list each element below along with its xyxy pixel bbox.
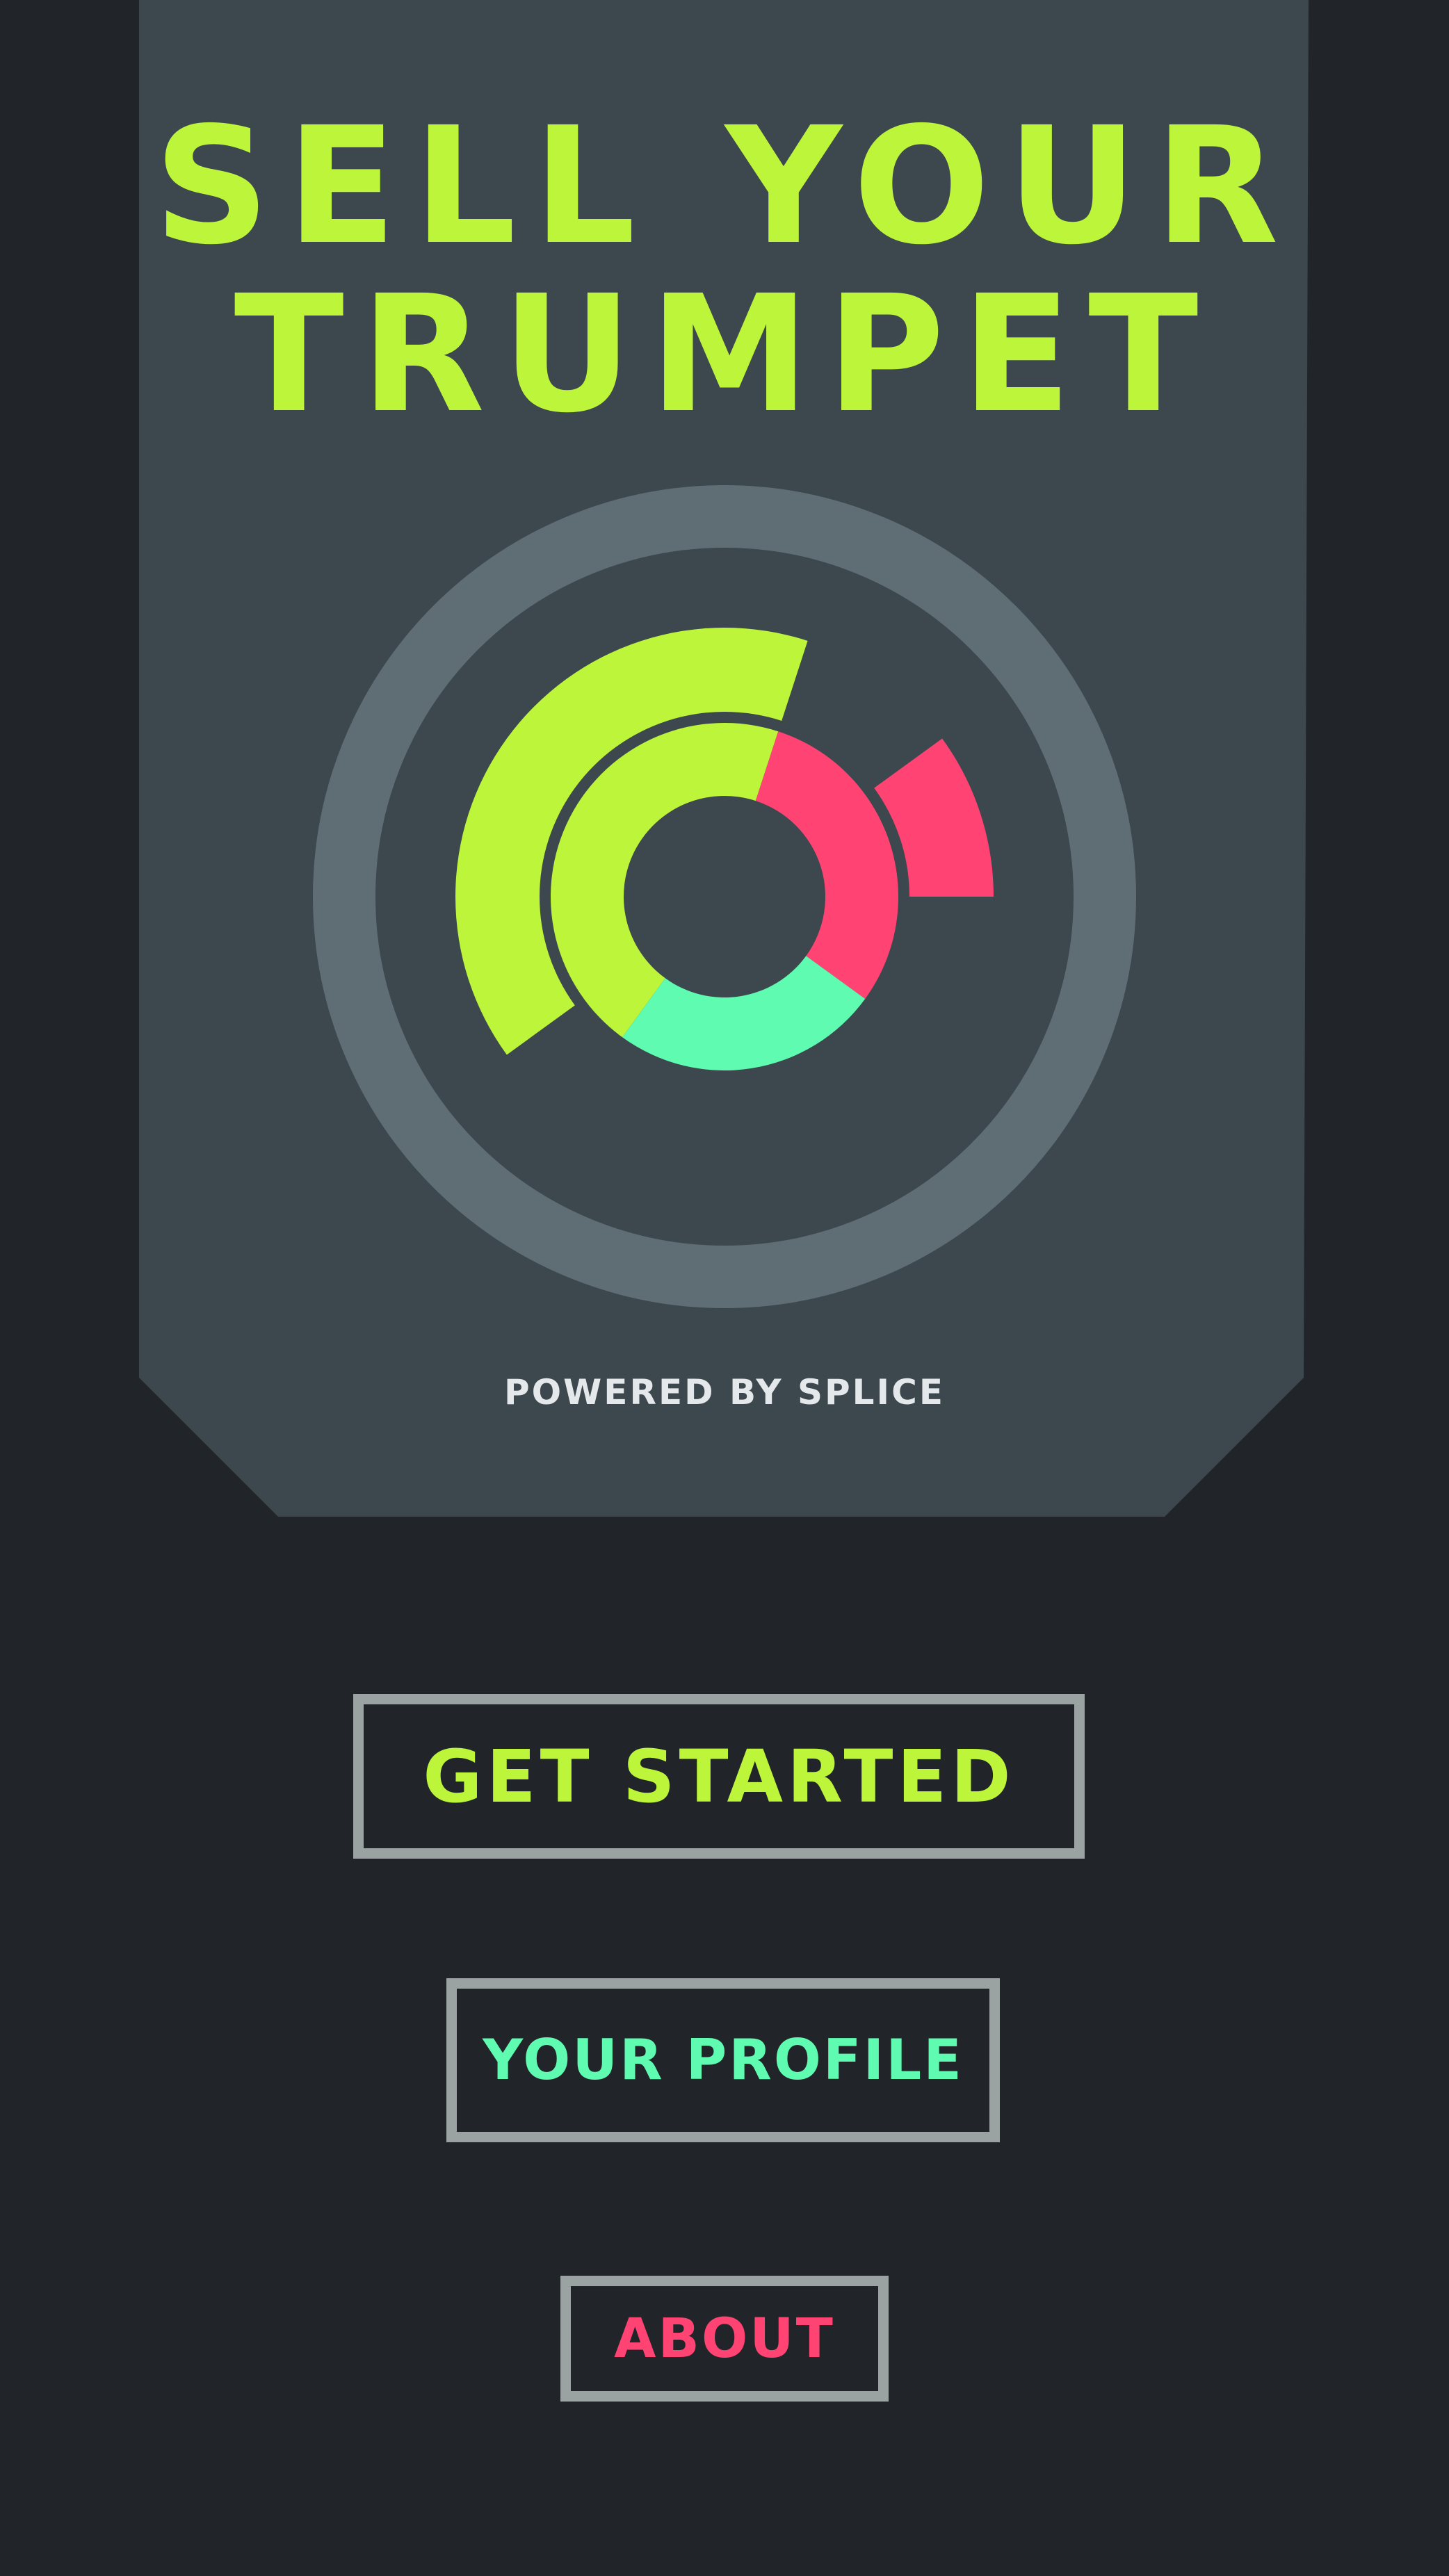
dial-inner-pink-arc xyxy=(755,731,898,999)
your-profile-button[interactable]: YOUR PROFILE xyxy=(446,1978,1000,2142)
trumpet-dial-graphic xyxy=(313,485,1136,1308)
app-title-line-2: TRUMPET xyxy=(234,261,1215,448)
get-started-button[interactable]: GET STARTED xyxy=(353,1694,1085,1859)
powered-by-label: POWERED BY SPLICE xyxy=(504,1372,945,1412)
app-title-line-1: SELL YOUR xyxy=(154,92,1295,280)
about-button[interactable]: ABOUT xyxy=(560,2276,889,2402)
